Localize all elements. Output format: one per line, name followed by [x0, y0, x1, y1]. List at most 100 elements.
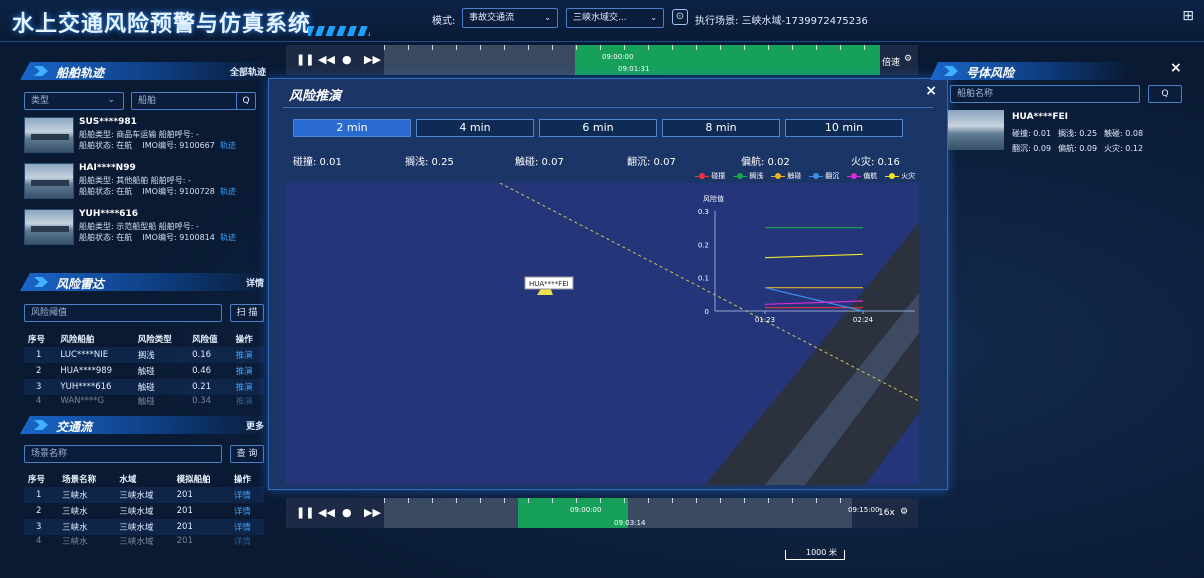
col-header: 风险船舶: [60, 334, 95, 345]
settings-icon[interactable]: ⚙: [904, 54, 912, 64]
ship-imo: IMO编号: 9100814: [142, 233, 215, 242]
simulate-link[interactable]: 推演: [231, 379, 264, 395]
cell: 三峡水: [58, 519, 116, 535]
pause-icon[interactable]: ❚❚: [296, 506, 314, 519]
detail-link[interactable]: 详情: [229, 487, 264, 503]
ship-risk-panel-header: 号体风险: [930, 62, 1130, 80]
ship-info: 船舶类型: 其他船舶 船舶呼号: -: [79, 176, 191, 185]
pause-icon[interactable]: ❚❚: [296, 53, 314, 66]
ship-card[interactable]: SUS****981 船舶类型: 商品车运输 船舶呼号: - 船舶状态: 在航 …: [24, 117, 254, 157]
close-icon[interactable]: ×: [1170, 60, 1182, 76]
timeline-current: 09:03:14: [614, 519, 646, 527]
ship-card[interactable]: YUH****616 船舶类型: 示范船型船 船舶呼号: - 船舶状态: 在航 …: [24, 209, 254, 249]
simulate-link[interactable]: 推演: [232, 395, 264, 407]
speed-label[interactable]: 倍速: [882, 55, 900, 68]
area-select-value: 三峡水域交...: [573, 13, 627, 23]
all-tracks-link[interactable]: 全部轨迹: [230, 65, 266, 78]
rewind-icon[interactable]: ◀◀: [318, 506, 335, 519]
cell: 3: [24, 379, 57, 395]
scene-name-input[interactable]: 场景名称: [24, 445, 222, 463]
table-header-row: 序号 场景名称 水域 模拟船舶 操作: [24, 470, 264, 487]
ship-track-link[interactable]: 轨迹: [220, 141, 236, 150]
ship-card[interactable]: HAI****N99 船舶类型: 其他船舶 船舶呼号: - 船舶状态: 在航 I…: [24, 163, 254, 203]
legend-item[interactable]: 火灾: [885, 171, 915, 181]
rewind-icon[interactable]: ◀◀: [318, 53, 335, 66]
timeline-ticks: [384, 498, 852, 503]
refresh-icon[interactable]: ⊙: [672, 9, 688, 25]
bottom-timeline: ❚❚ ◀◀ ● ▶▶ 09:00:00 09:03:14 09:15:00 16…: [286, 498, 918, 528]
query-button[interactable]: 查 询: [230, 445, 264, 463]
legend-item[interactable]: 翻沉: [809, 171, 839, 181]
cell: 0.16: [188, 347, 232, 363]
ship-search-button[interactable]: Q: [236, 92, 256, 110]
tab-4min[interactable]: 4 min: [416, 119, 534, 137]
cell: 201: [176, 536, 193, 546]
ship-info: 船舶状态: 在航 IMO编号: 9100667 轨迹: [79, 140, 236, 151]
col-header: 操作: [235, 334, 253, 345]
chevron-down-icon: ⌄: [650, 13, 657, 22]
legend-item[interactable]: 搁浅: [733, 171, 763, 181]
top-bar: 水上交通风险预警与仿真系统 模式: 事故交通流 ⌄ 三峡水域交... ⌄ ⊙ 执…: [0, 0, 1204, 42]
ship-tag-label: HUA****FEI: [529, 280, 569, 288]
radar-panel-header: 风险雷达: [20, 273, 270, 291]
col-header: 操作: [233, 474, 251, 485]
top-timeline: ❚❚ ◀◀ ● ▶▶ 09:00:00 09:01:31 倍速 ⚙: [286, 45, 918, 75]
ship-name-input[interactable]: 船舶名称: [950, 85, 1140, 103]
risk-threshold-input[interactable]: 风险阈值: [24, 304, 222, 322]
ship-track-link[interactable]: 轨迹: [220, 187, 236, 196]
stat-grounding: 搁浅: 0.25: [405, 157, 454, 168]
stat-capsize: 翻沉: 0.07: [627, 157, 676, 168]
simulate-link[interactable]: 推演: [232, 363, 264, 379]
legend-swatch: [847, 172, 861, 179]
mode-select[interactable]: 事故交通流 ⌄: [462, 8, 558, 28]
table-row: 3 三峡水 三峡水域 201 详情: [24, 519, 264, 535]
y-tick-label: 0.3: [698, 208, 709, 216]
ship-track-link[interactable]: 轨迹: [220, 233, 236, 242]
cell: 201: [176, 506, 193, 516]
stat-collision: 碰撞: 0.01: [293, 157, 342, 168]
cell: 201: [172, 487, 230, 503]
detail-link[interactable]: 详情: [230, 503, 264, 519]
detail-link[interactable]: 详情: [229, 519, 264, 535]
speed-label[interactable]: 16x: [878, 508, 895, 518]
detail-link[interactable]: 详情: [230, 535, 264, 547]
arrow-icon: [34, 420, 48, 430]
ship-status: 船舶状态: 在航: [79, 233, 133, 242]
type-select[interactable]: 类型 ⌄: [24, 92, 124, 110]
stat-deviation: 偏航: 0.02: [741, 157, 790, 168]
stop-icon[interactable]: ●: [342, 506, 352, 519]
traffic-table: 序号 场景名称 水域 模拟船舶 操作 1 三峡水 三峡水域 201 详情 2 三…: [24, 470, 264, 547]
legend-item[interactable]: 触碰: [771, 171, 801, 181]
settings-icon[interactable]: ⚙: [900, 507, 908, 517]
exec-label: 执行场景:: [695, 16, 739, 27]
simulation-map[interactable]: HUA****FEI 风险值 0 0.1 0.2 0.3 01:23 02:24: [285, 182, 920, 485]
search-icon: Q: [242, 96, 250, 106]
scan-button[interactable]: 扫 描: [230, 304, 264, 322]
area-select[interactable]: 三峡水域交... ⌄: [566, 8, 664, 28]
timeline-start: 09:00:00: [570, 506, 602, 514]
y-tick-label: 0.2: [698, 241, 709, 249]
cell: HUA****989: [60, 366, 113, 376]
ship-imo: IMO编号: 9100728: [142, 187, 215, 196]
cell: 2: [36, 506, 42, 516]
stop-icon[interactable]: ●: [342, 53, 352, 66]
cell: 2: [36, 366, 42, 376]
col-header: 风险值: [192, 334, 218, 345]
risk-grounding: 搁浅: 0.25: [1058, 129, 1098, 138]
grid-menu-icon[interactable]: ⊞: [1182, 8, 1194, 24]
legend-item[interactable]: 偏航: [847, 171, 877, 181]
tab-2min[interactable]: 2 min: [293, 119, 411, 137]
fast-forward-icon[interactable]: ▶▶: [364, 53, 381, 66]
series-line: [764, 253, 864, 259]
ship-name-search-button[interactable]: Q: [1148, 85, 1182, 103]
close-icon[interactable]: ×: [925, 83, 937, 99]
tab-8min[interactable]: 8 min: [662, 119, 780, 137]
fast-forward-icon[interactable]: ▶▶: [364, 506, 381, 519]
tab-6min[interactable]: 6 min: [539, 119, 657, 137]
simulate-link[interactable]: 推演: [231, 347, 264, 363]
tab-10min[interactable]: 10 min: [785, 119, 903, 137]
cell: 三峡水域: [115, 487, 173, 503]
traffic-more-link[interactable]: 更多: [246, 419, 264, 432]
legend-item[interactable]: 碰撞: [695, 171, 725, 181]
radar-detail-link[interactable]: 详情: [246, 276, 264, 289]
